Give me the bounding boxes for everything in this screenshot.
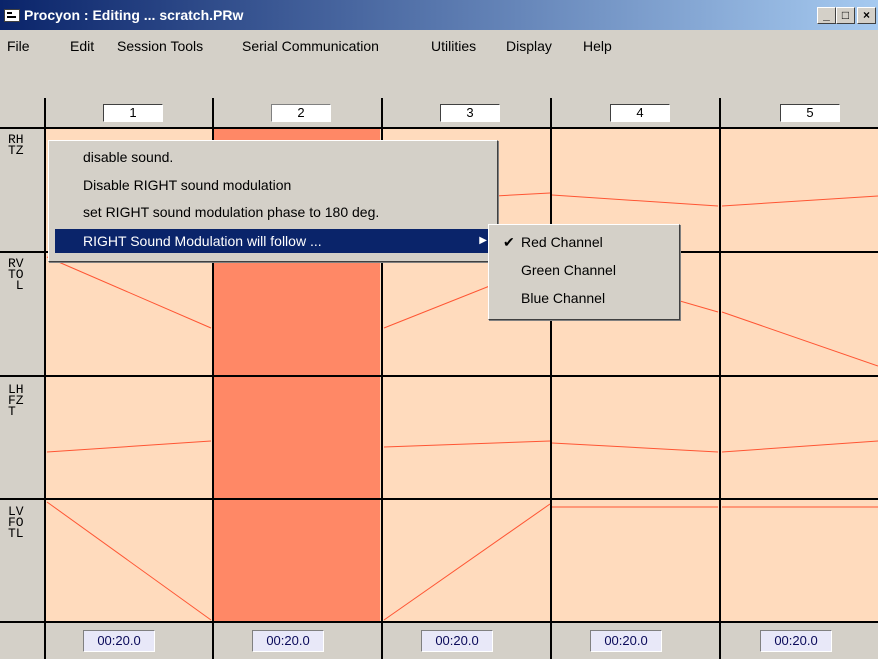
submenu-item-blue-channel[interactable]: Blue Channel [493, 285, 675, 311]
signal-line [46, 440, 212, 453]
signal-line [383, 503, 551, 621]
duration-field-4[interactable]: 00:20.0 [590, 630, 662, 652]
duration-field-5[interactable]: 00:20.0 [760, 630, 832, 652]
signal-line [383, 440, 551, 448]
submenu-item-red-label: Red Channel [521, 234, 603, 250]
menu-item-modulation-follow[interactable]: RIGHT Sound Modulation will follow ... ▶ [55, 229, 493, 253]
menu-item-disable-sound[interactable]: disable sound. [55, 145, 493, 169]
signal-line [721, 440, 878, 453]
signal-line [721, 195, 878, 207]
signal-line [721, 311, 878, 367]
menu-item-modulation-follow-label: RIGHT Sound Modulation will follow ... [83, 233, 322, 249]
duration-field-3[interactable]: 00:20.0 [421, 630, 493, 652]
signal-line [46, 501, 212, 621]
check-icon: ✔ [503, 234, 515, 250]
signal-line [551, 194, 719, 207]
duration-field-2[interactable]: 00:20.0 [252, 630, 324, 652]
signal-line [46, 256, 212, 329]
submenu-item-red-channel[interactable]: ✔ Red Channel [493, 229, 675, 255]
submenu: ✔ Red Channel Green Channel Blue Channel [488, 224, 680, 320]
submenu-arrow-icon: ▶ [479, 235, 487, 246]
context-menu: disable sound. Disable RIGHT sound modul… [48, 140, 498, 262]
menu-item-set-phase-180[interactable]: set RIGHT sound modulation phase to 180 … [55, 200, 493, 224]
menu-item-disable-right-modulation[interactable]: Disable RIGHT sound modulation [55, 173, 493, 197]
duration-field-1[interactable]: 00:20.0 [83, 630, 155, 652]
signal-line [551, 442, 719, 453]
submenu-item-green-channel[interactable]: Green Channel [493, 257, 675, 283]
cell-grid-overlay [0, 98, 878, 659]
